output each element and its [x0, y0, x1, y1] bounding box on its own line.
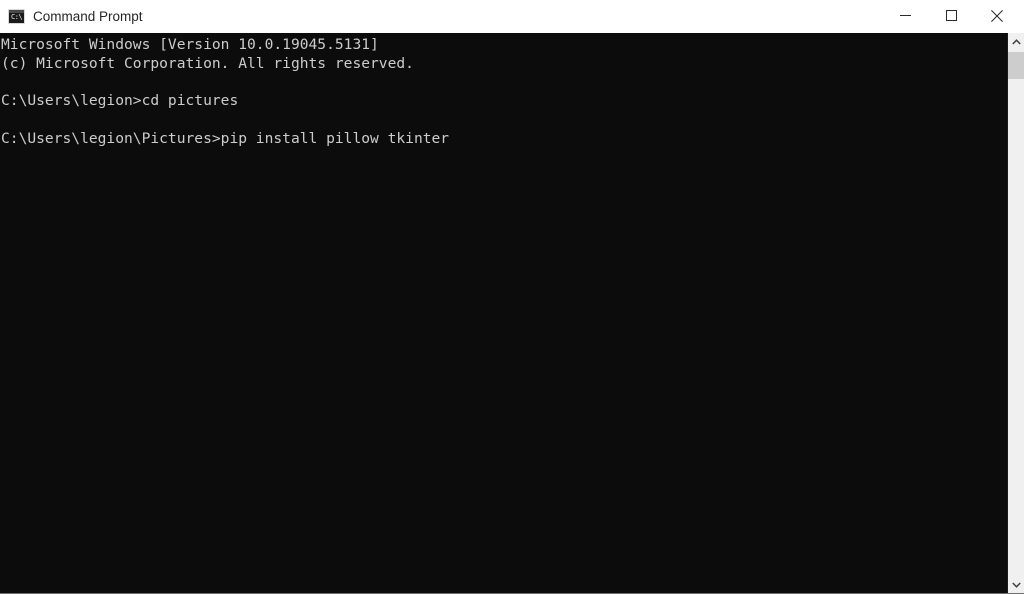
- scrollbar-thumb[interactable]: [1008, 52, 1024, 79]
- chevron-down-icon: [1011, 582, 1021, 588]
- titlebar[interactable]: C:\ Command Prompt: [0, 0, 1024, 33]
- console-icon-prompt-glyph: C:\: [11, 13, 23, 21]
- console-icon: C:\: [8, 9, 25, 24]
- chevron-up-icon: [1011, 39, 1021, 45]
- close-button[interactable]: [974, 0, 1020, 31]
- maximize-button[interactable]: [928, 0, 974, 31]
- console-text: Microsoft Windows [Version 10.0.19045.51…: [1, 36, 450, 147]
- scroll-down-button[interactable]: [1008, 576, 1024, 593]
- window-title: Command Prompt: [33, 9, 143, 24]
- maximize-icon: [945, 10, 957, 21]
- scroll-up-button[interactable]: [1008, 33, 1024, 51]
- console-output-area[interactable]: Microsoft Windows [Version 10.0.19045.51…: [0, 33, 1007, 593]
- vertical-scrollbar[interactable]: [1007, 33, 1024, 593]
- close-icon: [991, 9, 1003, 22]
- minimize-button[interactable]: [882, 0, 928, 31]
- minimize-icon: [899, 15, 911, 16]
- scrollbar-track[interactable]: [1008, 51, 1024, 576]
- command-prompt-window: C:\ Command Prompt Microsoft Windows [Ve…: [0, 0, 1024, 594]
